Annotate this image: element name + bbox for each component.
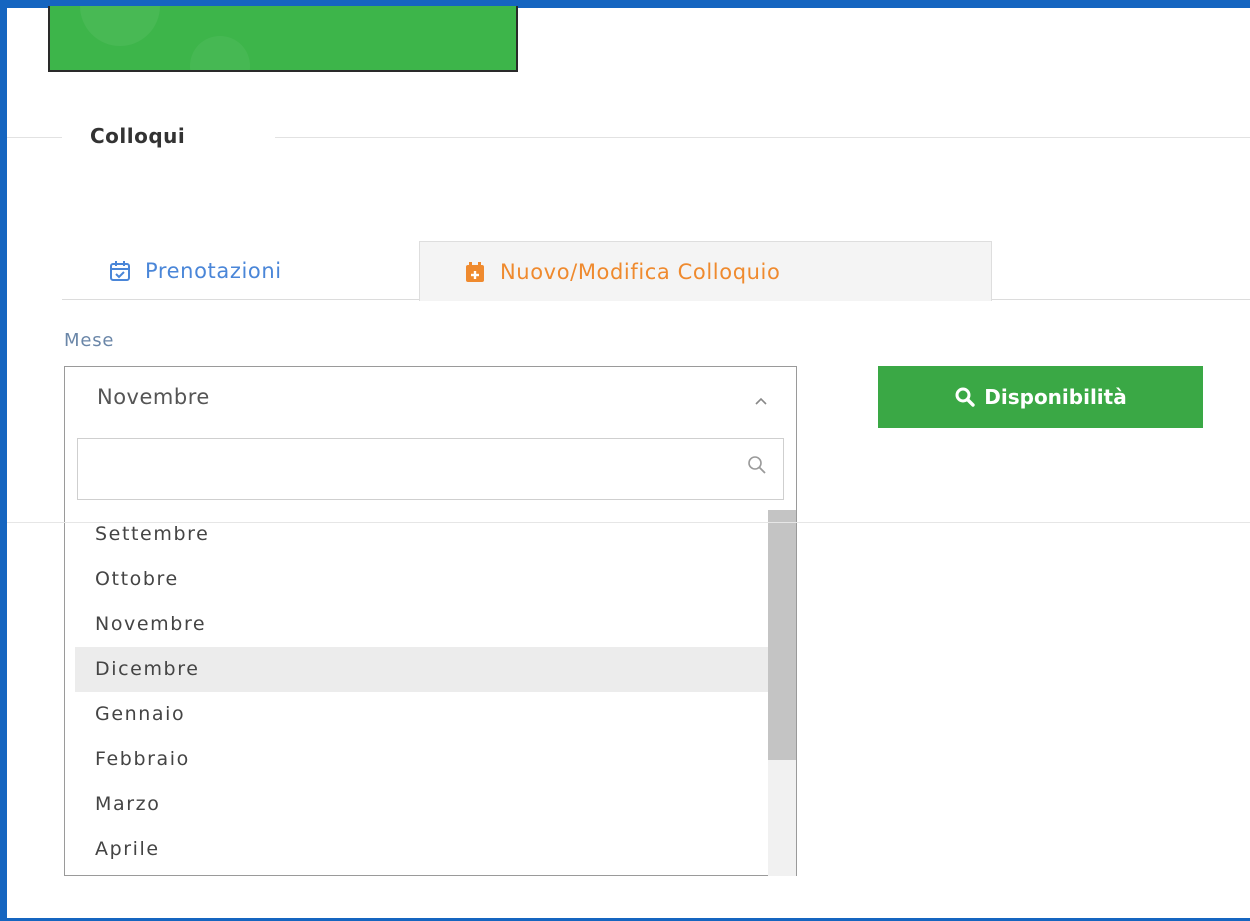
month-option[interactable]: Gennaio	[75, 692, 768, 737]
calendar-check-icon	[109, 260, 131, 282]
month-field-label: Mese	[64, 330, 115, 351]
panel-divider	[7, 522, 1250, 523]
banner-decoration	[80, 6, 160, 46]
search-icon	[954, 386, 976, 408]
month-select[interactable]: Novembre	[64, 366, 797, 432]
month-option[interactable]: Febbraio	[75, 737, 768, 782]
tab-nuovo-modifica-colloquio[interactable]: Nuovo/Modifica Colloquio	[419, 241, 992, 301]
month-option[interactable]: Settembre	[75, 512, 768, 557]
fieldset-border-right	[275, 137, 1250, 138]
tab-label: Prenotazioni	[145, 259, 282, 283]
section-title: Colloqui	[90, 124, 186, 148]
chevron-up-icon[interactable]	[754, 393, 768, 407]
header-banner	[48, 6, 518, 72]
disponibilita-button-label: Disponibilità	[984, 385, 1127, 409]
dropdown-search[interactable]	[77, 438, 784, 500]
search-icon	[747, 455, 767, 475]
calendar-plus-icon	[464, 261, 486, 283]
month-options-list: Settembre Ottobre Novembre Dicembre Genn…	[75, 512, 768, 876]
month-dropdown: Settembre Ottobre Novembre Dicembre Genn…	[64, 432, 797, 876]
month-option[interactable]: Novembre	[75, 602, 768, 647]
month-option[interactable]: Aprile	[75, 827, 768, 872]
disponibilita-button[interactable]: Disponibilità	[878, 366, 1203, 428]
month-option[interactable]: Ottobre	[75, 557, 768, 602]
banner-decoration	[190, 36, 250, 70]
dropdown-scrollbar[interactable]	[768, 510, 796, 876]
tab-prenotazioni[interactable]: Prenotazioni	[95, 242, 405, 300]
month-option[interactable]: Marzo	[75, 782, 768, 827]
fieldset-border-left	[7, 137, 62, 138]
tab-label: Nuovo/Modifica Colloquio	[500, 259, 781, 284]
scrollbar-thumb[interactable]	[768, 510, 796, 760]
month-option-highlighted[interactable]: Dicembre	[75, 647, 768, 692]
dropdown-search-input[interactable]	[78, 439, 742, 497]
month-select-value: Novembre	[97, 385, 210, 409]
